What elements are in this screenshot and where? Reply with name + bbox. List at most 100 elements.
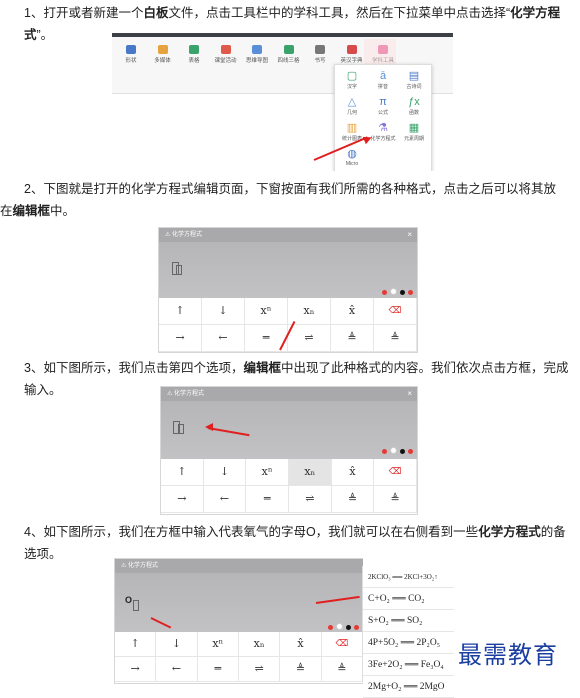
format-key[interactable]: ↓	[203, 459, 247, 486]
format-key[interactable]: xₙ	[289, 459, 332, 486]
format-key[interactable]: ⇌	[239, 657, 281, 682]
suggestion-item[interactable]: 2Mg+O₂ ══ 2MgO	[363, 676, 454, 698]
dropdown-item[interactable]: ▢ 汉字	[338, 70, 366, 90]
dropdown-icon: π	[379, 96, 387, 108]
color-dot[interactable]	[400, 449, 405, 454]
close-icon[interactable]: ×	[407, 387, 412, 401]
red-arrow	[150, 617, 172, 629]
equation-editor-2: ⚠ 化学方程式 × ↑ ↓ xⁿ xₙ x̂ ⌫ → ← ═ ⇌ ≜ ≜	[160, 386, 418, 515]
toolbar-item[interactable]: 课堂活动	[209, 45, 243, 64]
format-key[interactable]: ↓	[156, 632, 198, 657]
dropdown-icon: ▢	[346, 70, 358, 82]
suggestions-panel: 2KClO₃ ══ 2KCl+3O₂↑ C+O₂ ══ CO₂ S+O₂ ══ …	[362, 566, 454, 698]
dropdown-item[interactable]: ◍ Micro	[338, 148, 366, 167]
edit-box[interactable]	[161, 401, 417, 459]
red-arrow-head	[205, 423, 213, 431]
format-key[interactable]: ⌫	[321, 632, 363, 657]
color-dots[interactable]	[379, 441, 413, 459]
toolbar-item[interactable]: 书写	[303, 45, 337, 64]
format-key[interactable]: ═	[197, 657, 239, 682]
equation-editor-1: ⚠ 化学方程式 × ↑ ↓ xⁿ xₙ x̂ ⌫ → ← ═ ⇌ ≜ ≜	[158, 227, 418, 353]
color-dot[interactable]	[382, 290, 387, 295]
format-keypad: ↑ ↓ xⁿ xₙ x̂ ⌫ → ← ═ ⇌ ≜ ≜	[115, 632, 363, 683]
input-box[interactable]	[176, 265, 182, 275]
format-key[interactable]: →	[115, 657, 157, 682]
tool-icon	[220, 45, 231, 54]
format-key[interactable]: x̂	[331, 459, 375, 486]
tool-icon	[315, 45, 325, 54]
dropdown-icon: ā	[379, 70, 387, 82]
toolbar-item[interactable]: 思维导图	[240, 45, 274, 64]
red-arrow	[207, 427, 250, 437]
format-key[interactable]: ≜	[331, 325, 374, 352]
color-dot[interactable]	[400, 290, 405, 295]
tool-icon	[252, 45, 262, 54]
color-dot[interactable]	[390, 447, 397, 454]
suggestion-item[interactable]: 2KClO₃ ══ 2KCl+3O₂↑	[363, 566, 454, 588]
color-dot[interactable]	[390, 288, 397, 295]
format-key[interactable]: ≜	[280, 657, 322, 682]
color-dot[interactable]	[336, 623, 343, 630]
format-key[interactable]: ≜	[374, 486, 417, 513]
suggestion-item[interactable]: 3Fe+2O₂ ══ Fe₃O₄	[363, 654, 454, 676]
format-key[interactable]: xⁿ	[245, 298, 288, 325]
dropdown-icon: ƒx	[408, 96, 420, 108]
edit-box[interactable]	[159, 242, 417, 298]
format-key[interactable]: x̂	[331, 298, 374, 325]
tool-icon	[189, 45, 199, 54]
color-dot[interactable]	[328, 625, 333, 630]
close-icon[interactable]: ×	[407, 228, 412, 242]
suggestion-item[interactable]: C+O₂ ══ CO₂	[363, 588, 454, 610]
format-key[interactable]: ⇌	[288, 325, 331, 352]
format-key[interactable]: xⁿ	[197, 632, 239, 657]
tool-icon	[157, 45, 168, 54]
format-key[interactable]: ←	[156, 657, 198, 682]
color-dot[interactable]	[346, 625, 351, 630]
active-tool-highlight	[364, 39, 396, 65]
color-dot[interactable]	[408, 449, 413, 454]
format-key[interactable]: ↑	[115, 632, 157, 657]
toolbar-item[interactable]: 四线三格	[272, 45, 306, 64]
color-dot[interactable]	[354, 625, 359, 630]
format-key[interactable]: xⁿ	[246, 459, 289, 486]
format-key[interactable]: ↑	[161, 459, 204, 486]
dropdown-icon: ▦	[408, 122, 420, 134]
color-dot[interactable]	[382, 449, 387, 454]
format-key[interactable]: ═	[246, 486, 289, 513]
editor-titlebar: ⚠ 化学方程式	[159, 228, 417, 242]
format-key[interactable]: xₙ	[239, 632, 281, 657]
toolbar-item[interactable]: 多媒体	[146, 45, 180, 64]
format-key[interactable]: ←	[202, 325, 245, 352]
dropdown-item[interactable]: ▤ 古诗词	[400, 70, 428, 90]
toolbar-item[interactable]: 表格	[177, 45, 211, 64]
dropdown-item[interactable]: △ 几何	[338, 96, 366, 116]
dropdown-icon: ⚗	[378, 122, 388, 134]
dropdown-item[interactable]: π 公式	[369, 96, 397, 116]
dropdown-item[interactable]: ▦ 元素周期	[400, 122, 428, 142]
dropdown-icon: ▥	[346, 122, 358, 134]
format-key[interactable]: ⌫	[374, 298, 417, 325]
format-key[interactable]: ≜	[374, 325, 417, 352]
format-key[interactable]: ↓	[202, 298, 245, 325]
input-box[interactable]	[133, 600, 139, 611]
suggestion-item[interactable]: S+O₂ ══ SO₂	[363, 610, 454, 632]
dropdown-item[interactable]: ƒx 函数	[400, 96, 428, 116]
format-key[interactable]: ≜	[321, 657, 363, 682]
format-key[interactable]: ≜	[331, 486, 375, 513]
format-key[interactable]: →	[161, 486, 204, 513]
suggestion-item[interactable]: 4P+5O₂ ══ 2P₂O₅	[363, 632, 454, 654]
format-key[interactable]: ←	[203, 486, 247, 513]
dropdown-item[interactable]: ā 拼音	[369, 70, 397, 90]
format-key[interactable]: ↑	[159, 298, 202, 325]
subject-tools-dropdown: ▢ 汉字 ā 拼音 ▤ 古诗词 △ 几何 π 公式 ƒx 函数 ▥ 统计图表 ⚗ 化学方程式 ▦ 元素周期 ◍ Mic…	[334, 64, 432, 171]
input-box[interactable]	[178, 424, 184, 434]
toolbar-item[interactable]: 形状	[114, 45, 148, 64]
format-key[interactable]: ⇌	[289, 486, 332, 513]
dropdown-icon: ▤	[408, 70, 420, 82]
format-key[interactable]: ⌫	[374, 459, 417, 486]
dropdown-item[interactable]: ⚗ 化学方程式	[369, 122, 397, 142]
format-key[interactable]: →	[159, 325, 202, 352]
format-key[interactable]: x̂	[280, 632, 322, 657]
watermark-logo: 最需教育	[458, 641, 558, 669]
color-dot[interactable]	[408, 290, 413, 295]
